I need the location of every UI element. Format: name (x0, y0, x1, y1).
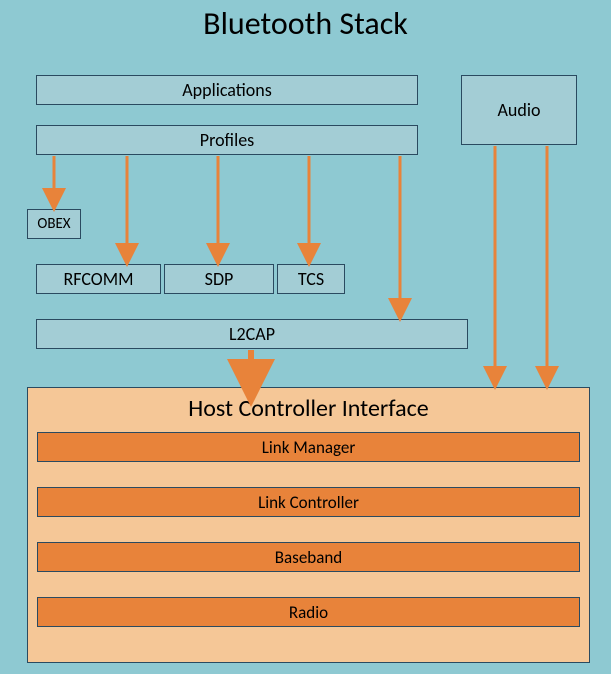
hci-row-link-manager-label: Link Manager (262, 437, 356, 458)
hci-row-radio-label: Radio (289, 602, 328, 623)
box-rfcomm-label: RFCOMM (63, 268, 133, 290)
hci-row-radio: Radio (37, 597, 580, 627)
box-sdp-label: SDP (205, 268, 234, 290)
box-sdp: SDP (164, 264, 274, 294)
box-obex: OBEX (27, 209, 81, 239)
box-tcs-label: TCS (298, 268, 324, 290)
box-tcs: TCS (277, 264, 345, 294)
hci-row-link-controller-label: Link Controller (258, 492, 359, 513)
hci-title: Host Controller Interface (28, 394, 589, 423)
hci-row-baseband: Baseband (37, 542, 580, 572)
box-audio: Audio (461, 75, 577, 145)
hci-row-baseband-label: Baseband (275, 547, 342, 568)
box-profiles: Profiles (36, 125, 418, 155)
box-applications: Applications (36, 75, 418, 105)
box-l2cap: L2CAP (36, 319, 468, 349)
hci-container: Host Controller Interface Link Manager L… (27, 387, 590, 663)
hci-row-link-manager: Link Manager (37, 432, 580, 462)
box-profiles-label: Profiles (200, 129, 254, 151)
hci-row-link-controller: Link Controller (37, 487, 580, 517)
box-rfcomm: RFCOMM (36, 264, 161, 294)
box-applications-label: Applications (182, 79, 272, 101)
diagram-title: Bluetooth Stack (0, 4, 611, 43)
box-obex-label: OBEX (37, 215, 70, 233)
box-audio-label: Audio (498, 99, 541, 121)
box-l2cap-label: L2CAP (229, 323, 275, 345)
